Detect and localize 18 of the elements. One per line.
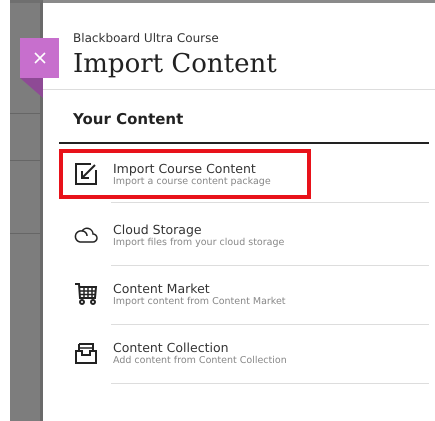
breadcrumb: Blackboard Ultra Course: [73, 31, 220, 45]
option-description: Import a course content package: [113, 176, 271, 187]
cloud-icon: [74, 226, 98, 244]
option-description: Add content from Content Collection: [113, 355, 287, 366]
close-button[interactable]: [20, 38, 59, 78]
option-title: Content Market: [113, 281, 211, 296]
close-icon: [34, 52, 46, 64]
section-title: Your Content: [59, 90, 429, 144]
option-title: Import Course Content: [113, 161, 257, 176]
cart-icon: [74, 282, 98, 306]
option-title: Content Collection: [113, 340, 230, 355]
option-title: Cloud Storage: [113, 222, 203, 237]
option-description: Import content from Content Market: [113, 296, 286, 307]
import-icon: [74, 162, 98, 186]
fold-corner-icon: [20, 78, 43, 98]
panel-title: Import Content: [73, 49, 278, 79]
option-description: Import files from your cloud storage: [113, 237, 284, 248]
inbox-tray-icon: [74, 341, 98, 365]
